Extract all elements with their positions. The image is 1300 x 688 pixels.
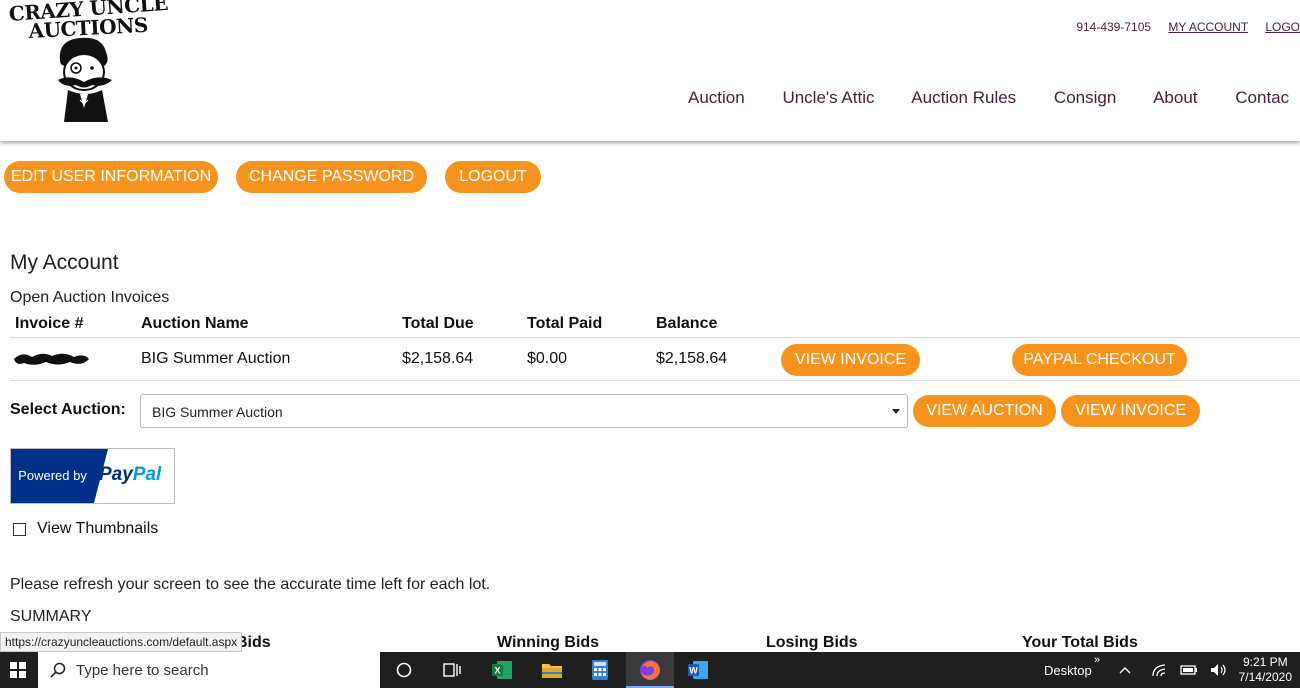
paypal-logo: PayPal	[99, 464, 162, 485]
select-auction-value: BIG Summer Auction	[152, 404, 283, 420]
paypal-checkout-button[interactable]: PAYPAL CHECKOUT	[1012, 344, 1187, 376]
calculator-icon[interactable]	[580, 652, 620, 688]
windows-start-icon[interactable]	[0, 652, 36, 688]
search-icon	[50, 662, 66, 678]
svg-text:W: W	[689, 666, 698, 676]
table-row: BIG Summer Auction $2,158.64 $0.00 $2,15…	[10, 338, 1300, 381]
invoice-total-due: $2,158.64	[402, 350, 474, 367]
search-placeholder: Type here to search	[76, 661, 209, 679]
col-balance: Balance	[656, 315, 718, 332]
desktop-toolbar-label[interactable]: Desktop	[1044, 663, 1092, 678]
summary-col-total-bids: Your Total Bids	[1022, 634, 1138, 651]
status-bar-url: https://crazyuncleauctions.com/default.a…	[0, 632, 243, 652]
page-title: My Account	[10, 251, 119, 274]
summary-col-winning-bids: Winning Bids	[497, 634, 600, 651]
my-account-link[interactable]: MY ACCOUNT	[1168, 20, 1248, 34]
chevron-up-icon[interactable]	[1114, 652, 1136, 688]
invoice-total-paid: $0.00	[527, 350, 568, 367]
summary-title: SUMMARY	[10, 608, 92, 625]
refresh-note: Please refresh your screen to see the ac…	[10, 576, 491, 593]
col-total-due: Total Due	[402, 315, 474, 332]
nav-contact[interactable]: Contac	[1235, 88, 1289, 107]
view-invoice-button-2[interactable]: VIEW INVOICE	[1061, 395, 1200, 427]
top-links: 914-439-7105 MY ACCOUNT LOGO	[1062, 20, 1300, 34]
view-invoice-button[interactable]: VIEW INVOICE	[781, 344, 920, 376]
cortana-icon[interactable]	[386, 652, 422, 688]
nav-consign[interactable]: Consign	[1054, 88, 1116, 107]
col-auction-name: Auction Name	[141, 315, 249, 332]
chevron-double-right-icon[interactable]: »	[1094, 654, 1100, 666]
task-view-icon[interactable]	[434, 652, 470, 688]
paypal-powered-by: Powered by	[11, 449, 94, 503]
clock-time: 9:21 PM	[1242, 655, 1288, 669]
col-total-paid: Total Paid	[527, 315, 603, 332]
change-password-button[interactable]: CHANGE PASSWORD	[236, 161, 427, 193]
taskbar-search-input[interactable]: Type here to search	[38, 652, 380, 688]
nav-uncles-attic[interactable]: Uncle's Attic	[782, 88, 874, 107]
view-thumbnails-label: View Thumbnails	[37, 520, 159, 537]
nav-auction[interactable]: Auction	[688, 88, 745, 107]
battery-icon[interactable]	[1178, 652, 1200, 688]
view-thumbnails-row[interactable]: View Thumbnails	[13, 520, 158, 538]
file-explorer-icon[interactable]	[532, 652, 572, 688]
svg-text:X: X	[494, 666, 500, 676]
redacted-invoice-number	[14, 353, 89, 365]
chevron-down-icon	[892, 409, 900, 414]
open-invoices-title: Open Auction Invoices	[10, 289, 170, 306]
main-nav: Auction Uncle's Attic Auction Rules Cons…	[688, 88, 1300, 108]
col-invoice-number: Invoice #	[15, 315, 84, 332]
invoices-table-header: Invoice # Auction Name Total Due Total P…	[10, 312, 1300, 338]
edit-user-information-button[interactable]: EDIT USER INFORMATION	[4, 161, 218, 193]
wifi-icon[interactable]	[1148, 652, 1170, 688]
volume-icon[interactable]	[1208, 652, 1230, 688]
phone-number: 914-439-7105	[1076, 20, 1152, 34]
nav-about[interactable]: About	[1153, 88, 1197, 107]
invoices-table: Invoice # Auction Name Total Due Total P…	[10, 312, 1300, 381]
clock-date: 7/14/2020	[1238, 670, 1292, 684]
site-logo[interactable]: CRAZY UNCLE AUCTIONS	[6, 0, 169, 126]
word-icon[interactable]: W	[678, 652, 718, 688]
view-auction-button[interactable]: VIEW AUCTION	[913, 395, 1056, 427]
select-auction-label: Select Auction:	[10, 401, 126, 418]
summary-col-losing-bids: Losing Bids	[766, 634, 858, 651]
logout-link[interactable]: LOGO	[1265, 20, 1300, 34]
nav-auction-rules[interactable]: Auction Rules	[911, 88, 1016, 107]
powered-by-paypal-badge[interactable]: Powered by PayPal	[10, 448, 175, 504]
uncle-mascot-icon	[58, 37, 112, 122]
excel-icon[interactable]: X	[482, 652, 522, 688]
system-clock[interactable]: 9:21 PM 7/14/2020	[1239, 655, 1292, 685]
logout-button[interactable]: LOGOUT	[445, 161, 541, 193]
select-auction-dropdown[interactable]: BIG Summer Auction	[140, 394, 908, 428]
site-header: CRAZY UNCLE AUCTIONS 914-439-7105 MY ACC…	[0, 0, 1300, 141]
invoice-auction-name: BIG Summer Auction	[141, 350, 291, 367]
firefox-icon[interactable]	[626, 652, 674, 688]
invoice-balance: $2,158.64	[656, 350, 728, 367]
view-thumbnails-checkbox[interactable]	[13, 522, 26, 536]
windows-taskbar: Type here to search X W Desktop » 9:21 P…	[0, 652, 1300, 688]
